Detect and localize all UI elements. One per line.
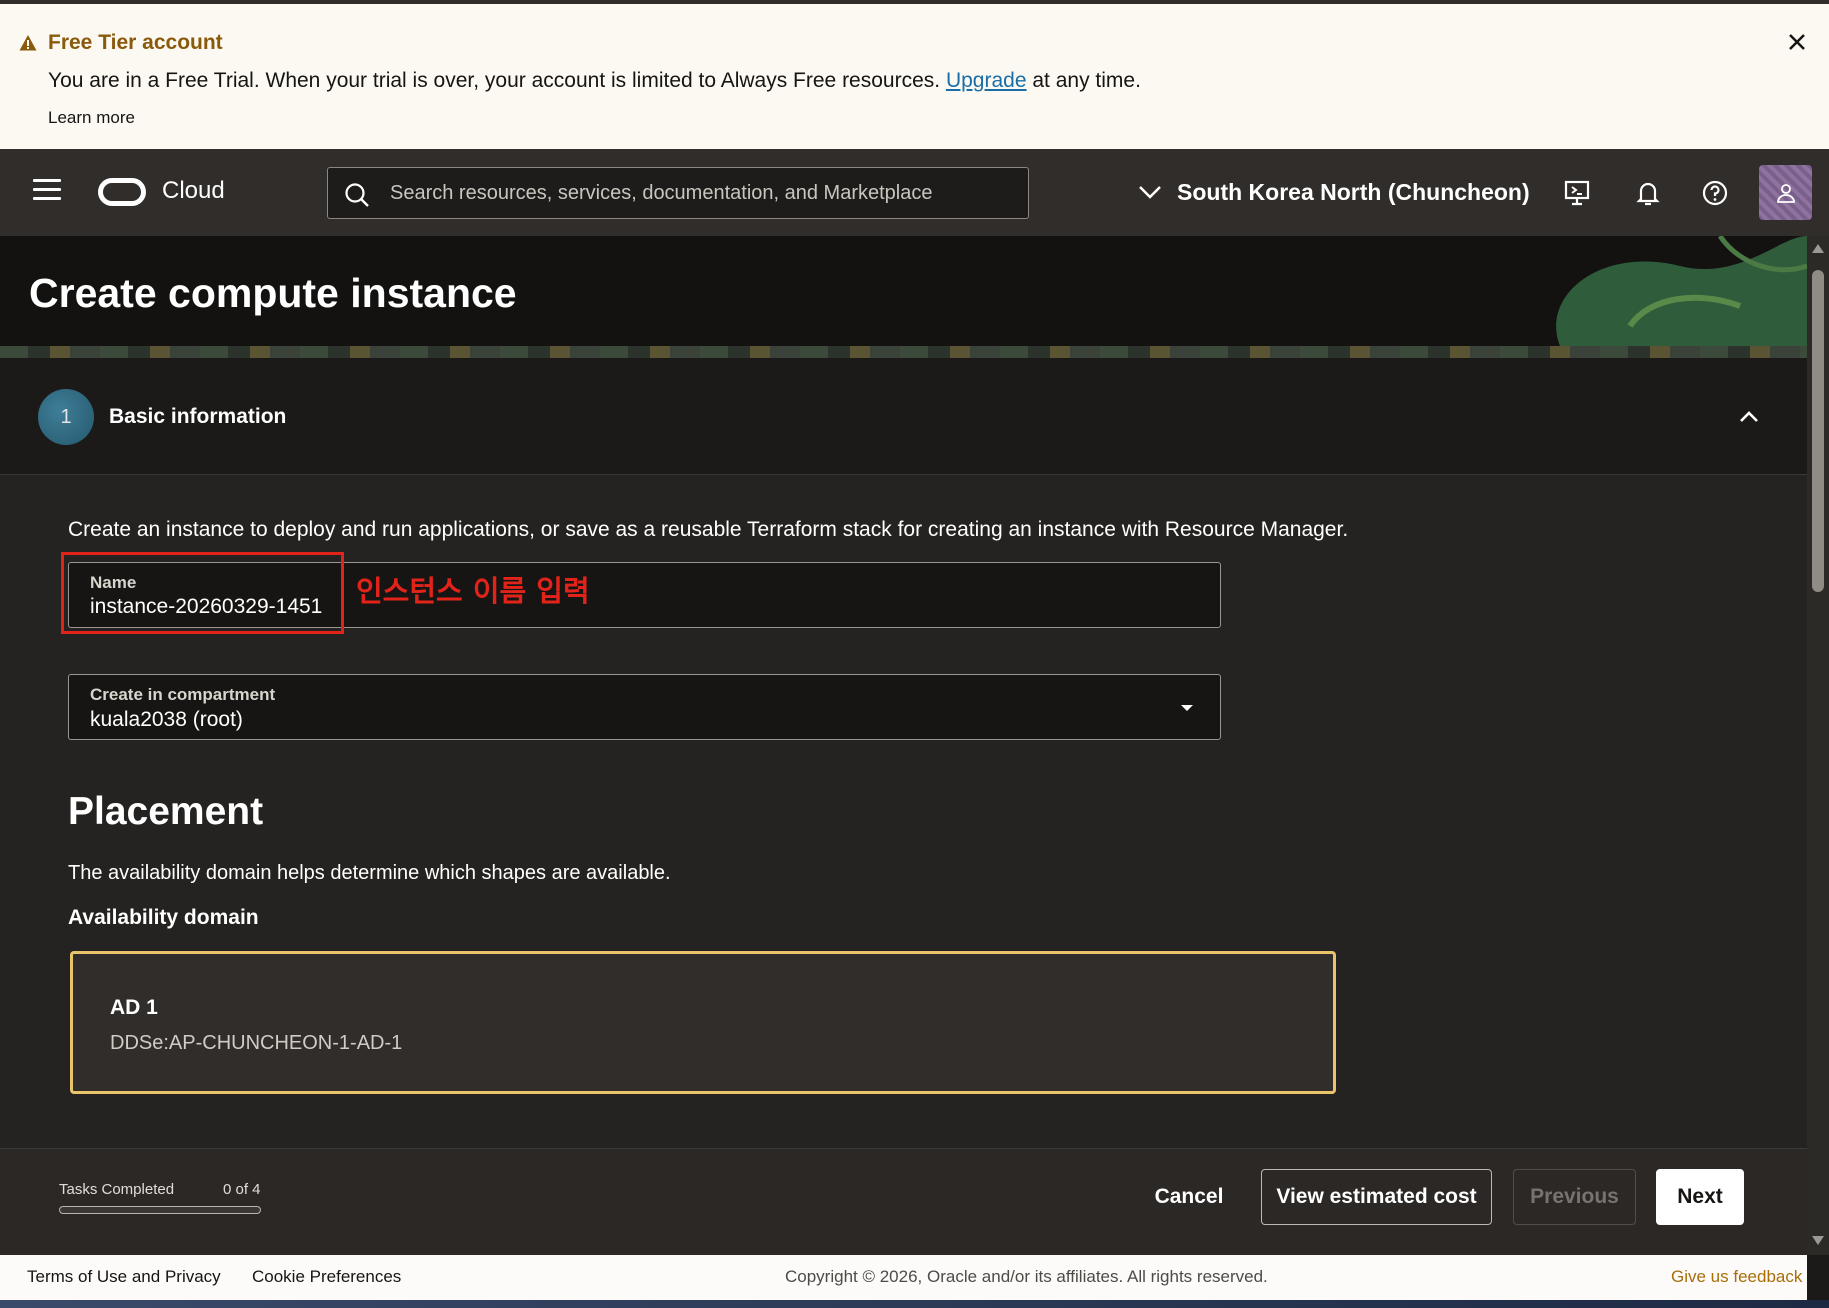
- placement-heading: Placement: [68, 790, 264, 833]
- cookie-preferences-link[interactable]: Cookie Preferences: [252, 1267, 401, 1287]
- feedback-link[interactable]: Give us feedback: [1671, 1267, 1802, 1287]
- chevron-down-icon: [1139, 186, 1161, 199]
- help-icon[interactable]: [1700, 178, 1730, 208]
- search-icon: [345, 183, 369, 207]
- banner-message-text: You are in a Free Trial. When your trial…: [48, 69, 941, 92]
- ad-name: AD 1: [110, 996, 158, 1019]
- ad-identifier: DDSe:AP-CHUNCHEON-1-AD-1: [110, 1032, 403, 1054]
- caret-down-icon: [1181, 705, 1193, 711]
- os-taskbar-edge: [0, 1300, 1829, 1308]
- banner-title: Free Tier account: [48, 31, 223, 54]
- upgrade-link[interactable]: Upgrade: [946, 69, 1027, 92]
- warning-icon: [19, 35, 37, 51]
- form-intro: Create an instance to deploy and run app…: [68, 518, 1349, 541]
- section-label: Basic information: [109, 405, 287, 428]
- tasks-completed-count: 0 of 4: [223, 1181, 261, 1198]
- decorative-leaf-art: [1556, 236, 1807, 346]
- next-button[interactable]: Next: [1656, 1169, 1744, 1225]
- chevron-up-icon[interactable]: [1737, 405, 1761, 429]
- search-input[interactable]: [390, 168, 1010, 218]
- basic-information-section-header[interactable]: 1 Basic information: [0, 358, 1807, 475]
- form-body: Create an instance to deploy and run app…: [0, 475, 1807, 1148]
- cancel-button[interactable]: Cancel: [1139, 1169, 1239, 1225]
- scroll-down-arrow[interactable]: [1812, 1236, 1824, 1245]
- tasks-progress-bar: [59, 1206, 261, 1214]
- annotation-highlight-box: [61, 552, 344, 634]
- copyright-text: Copyright © 2026, Oracle and/or its affi…: [785, 1267, 1268, 1286]
- availability-domain-card[interactable]: AD 1 DDSe:AP-CHUNCHEON-1-AD-1: [70, 951, 1336, 1094]
- banner-message: You are in a Free Trial. When your trial…: [48, 69, 1141, 93]
- close-icon[interactable]: [1783, 28, 1811, 56]
- brand-label[interactable]: Cloud: [162, 177, 225, 205]
- compartment-label: Create in compartment: [90, 685, 276, 704]
- learn-more-link[interactable]: Learn more: [48, 108, 135, 128]
- annotation-text: 인스턴스 이름 입력: [356, 574, 590, 608]
- availability-domain-label: Availability domain: [68, 906, 259, 929]
- scroll-up-arrow[interactable]: [1812, 244, 1824, 253]
- oracle-logo[interactable]: [98, 178, 146, 206]
- cloud-shell-icon[interactable]: [1562, 178, 1592, 208]
- tasks-completed-label: Tasks Completed: [59, 1181, 175, 1198]
- region-selector[interactable]: South Korea North (Chuncheon): [1137, 176, 1530, 208]
- page-footer: Terms of Use and Privacy Cookie Preferen…: [0, 1255, 1807, 1300]
- decorative-stripe: [0, 346, 1807, 358]
- compartment-select[interactable]: Create in compartment kuala2038 (root): [68, 674, 1221, 740]
- bell-icon[interactable]: [1633, 178, 1663, 208]
- avatar[interactable]: [1759, 165, 1812, 220]
- terms-link[interactable]: Terms of Use and Privacy: [27, 1267, 221, 1287]
- search-box[interactable]: [327, 167, 1029, 219]
- scroll-thumb[interactable]: [1812, 270, 1824, 592]
- banner-message-suffix: at any time.: [1032, 69, 1141, 92]
- page-scrollbar[interactable]: [1807, 236, 1829, 1255]
- placement-description: The availability domain helps determine …: [68, 862, 671, 884]
- user-icon: [1777, 184, 1795, 203]
- view-estimated-cost-button[interactable]: View estimated cost: [1261, 1169, 1492, 1225]
- free-tier-banner: Free Tier account You are in a Free Tria…: [0, 0, 1829, 149]
- compartment-value: kuala2038 (root): [90, 708, 243, 731]
- step-badge: 1: [38, 389, 94, 445]
- page-title: Create compute instance: [29, 270, 517, 316]
- top-header: Cloud South Korea North (Chuncheon): [0, 149, 1829, 236]
- page-header: Create compute instance: [0, 236, 1807, 358]
- action-bar: Tasks Completed 0 of 4 Cancel View estim…: [0, 1148, 1807, 1255]
- region-label: South Korea North (Chuncheon): [1177, 178, 1530, 205]
- previous-button[interactable]: Previous: [1513, 1169, 1636, 1225]
- hamburger-icon[interactable]: [33, 179, 61, 205]
